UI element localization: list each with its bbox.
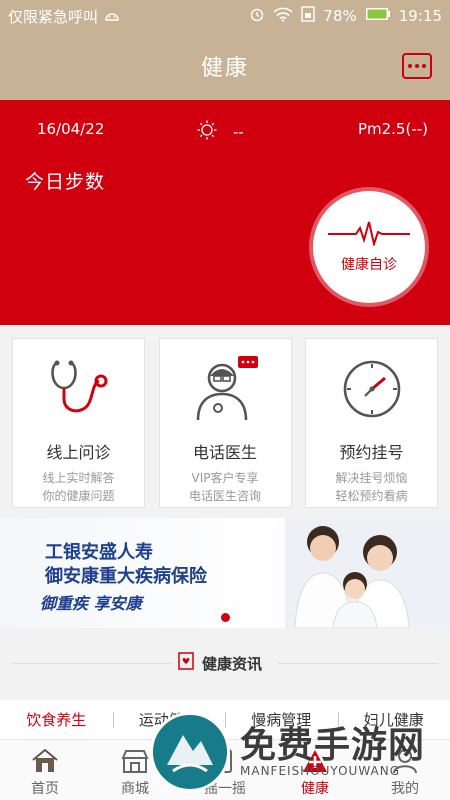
profile-icon [393,749,417,774]
status-bar: 仅限紧急呼叫 78% 19:15 [0,0,450,32]
service-cards: 线上问诊 线上实时解答 你的健康问题 电话医生 VIP客户专享 电话医生咨询 预… [12,338,438,508]
bottom-navigation: 首页 商城 摇一摇 健康 我的 [0,740,450,800]
news-title: 健康资讯 [178,652,262,674]
service-desc: 线上实时解答 你的健康问题 [42,469,114,505]
tab-women-children[interactable]: 妇儿健康 [337,709,450,730]
self-check-button[interactable]: 健康自诊 [313,191,425,303]
service-title: 电话医生 [192,443,257,462]
news-title-text: 健康资讯 [202,654,263,673]
sun-icon [197,120,217,144]
service-title: 线上问诊 [46,443,111,462]
self-check-label: 健康自诊 [341,257,397,273]
service-desc-line: 轻松预约看病 [335,489,408,503]
nav-label: 商城 [121,781,149,797]
health-news-header: 健康资讯 [0,628,450,700]
nav-label: 我的 [391,781,419,797]
weather: -- [197,120,244,144]
store-icon [121,750,149,773]
android-icon [104,7,120,25]
dot-icon [415,64,419,68]
nav-label: 摇一摇 [204,781,246,797]
nav-home[interactable]: 首页 [0,740,90,800]
carrier-text: 仅限紧急呼叫 [8,7,99,26]
doctor-icon [190,353,260,425]
tab-chronic[interactable]: 慢病管理 [225,709,338,730]
service-desc-line: 解决挂号烦恼 [335,471,408,485]
alarm-icon [249,6,265,26]
insurance-ad-banner[interactable]: 工银安盛人寿 御安康重大疾病保险 御重疾 享安康 [0,518,450,628]
temperature-text: -- [233,123,244,141]
nav-shake[interactable]: 摇一摇 [180,740,270,800]
news-category-tabs: 饮食养生 运动健康 慢病管理 妇儿健康 [0,700,450,740]
date-text: 16/04/22 [37,120,105,138]
service-desc-line: 你的健康问题 [42,489,115,503]
service-desc: 解决挂号烦恼 轻松预约看病 [335,469,407,505]
info-row: 16/04/22 -- Pm2.5(--) [0,120,450,141]
service-desc-line: VIP客户专享 [191,471,259,485]
carousel-indicator[interactable] [221,613,230,622]
service-desc: VIP客户专享 电话医生咨询 [189,469,261,505]
service-card-appointment[interactable]: 预约挂号 解决挂号烦恼 轻松预约看病 [305,338,438,508]
nav-label: 首页 [31,781,59,797]
message-button[interactable] [402,53,432,79]
family-photo [285,518,450,628]
service-title: 预约挂号 [339,443,404,462]
ad-headline: 工银安盛人寿 [45,542,153,563]
service-desc-line: 电话医生咨询 [188,489,261,503]
service-card-online-consult[interactable]: 线上问诊 线上实时解答 你的健康问题 [12,338,145,508]
stethoscope-icon [47,353,111,425]
heartbeat-icon [328,220,410,250]
dot-icon [408,64,412,68]
nav-profile[interactable]: 我的 [360,740,450,800]
divider [278,663,438,664]
sim-icon [301,6,316,26]
dot-icon [422,64,426,68]
home-icon [32,748,58,772]
battery-icon [365,7,391,25]
health-icon [303,750,327,772]
wifi-icon [273,7,293,26]
service-desc-line: 线上实时解答 [42,471,115,485]
nav-health[interactable]: 健康 [270,740,360,800]
tab-exercise[interactable]: 运动健康 [112,709,226,730]
clock-icon [341,353,403,425]
steps-label: 今日步数 [25,171,106,193]
app-header: 健康 [0,32,450,100]
clock-time: 19:15 [398,7,442,25]
nav-label: 健康 [301,781,329,797]
news-icon [178,652,194,674]
ad-subheadline: 御安康重大疾病保险 [45,566,207,587]
nav-store[interactable]: 商城 [90,740,180,800]
divider [12,663,172,664]
battery-percent: 78% [323,7,357,25]
tab-diet[interactable]: 饮食养生 [0,709,113,730]
service-card-phone-doctor[interactable]: 电话医生 VIP客户专享 电话医生咨询 [158,338,292,508]
ad-slogan: 御重疾 享安康 [40,594,142,613]
shake-icon [218,749,232,773]
page-title: 健康 [200,56,249,81]
pm25-text: Pm2.5(--) [357,120,428,138]
